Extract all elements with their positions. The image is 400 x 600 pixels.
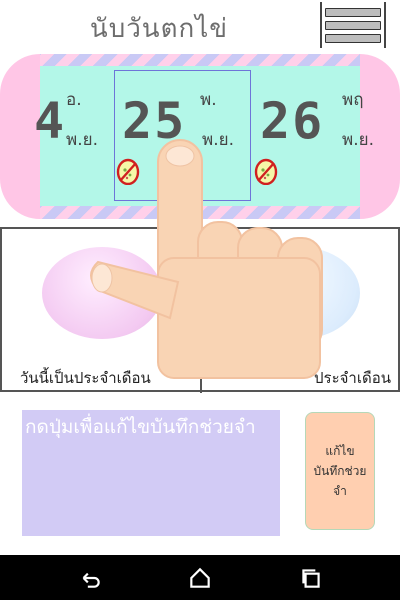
period-start-button[interactable] bbox=[42, 247, 162, 339]
no-egg-icon bbox=[116, 158, 140, 185]
home-icon[interactable] bbox=[187, 565, 213, 591]
day-number: 25 bbox=[122, 92, 187, 150]
period-panel: วันนี้เป็นประจำเดือน ประจำเดือน bbox=[0, 227, 400, 393]
month-abbr: พ.ย. bbox=[202, 130, 234, 150]
no-egg-icon bbox=[254, 158, 278, 185]
memo-placeholder: กดปุ่มเพื่อแก้ไขบันทึกช่วยจำ bbox=[25, 416, 256, 438]
day-number: 4 bbox=[34, 92, 67, 150]
period-end-label: ประจำเดือน bbox=[314, 369, 391, 387]
edit-memo-label: แก้ไข บันทึกช่วยจำ bbox=[313, 444, 367, 498]
day-abbr: พ. bbox=[200, 90, 217, 110]
day-abbr: พฤ bbox=[342, 90, 364, 110]
panel-divider bbox=[200, 379, 202, 393]
hamburger-icon bbox=[325, 7, 381, 17]
period-start-label: วันนี้เป็นประจำเดือน bbox=[20, 369, 151, 387]
day-cell-selected[interactable]: 25 พ. พ.ย. bbox=[114, 84, 251, 206]
month-abbr: พ.ย. bbox=[342, 130, 374, 150]
period-end-button[interactable] bbox=[240, 247, 360, 339]
back-icon[interactable] bbox=[77, 565, 103, 591]
memo-box[interactable]: กดปุ่มเพื่อแก้ไขบันทึกช่วยจำ bbox=[22, 410, 280, 536]
day-cell-next[interactable]: 26 พฤ พ.ย. bbox=[252, 84, 374, 206]
edit-memo-button[interactable]: แก้ไข บันทึกช่วยจำ bbox=[305, 412, 375, 530]
calendar-face: 4 อ. พ.ย. 25 พ. พ.ย. 26 พฤ พ.ย. bbox=[34, 66, 374, 206]
calendar-strip[interactable]: 4 อ. พ.ย. 25 พ. พ.ย. 26 พฤ พ.ย. bbox=[0, 54, 400, 219]
recents-icon[interactable] bbox=[298, 565, 324, 591]
system-nav-bar bbox=[0, 555, 400, 600]
menu-button[interactable] bbox=[320, 2, 386, 48]
month-abbr: พ.ย. bbox=[66, 130, 98, 150]
day-cell-prev[interactable]: 4 อ. พ.ย. bbox=[34, 84, 110, 206]
day-abbr: อ. bbox=[66, 90, 82, 110]
app-title: นับวันตกไข่ bbox=[89, 14, 229, 44]
day-number: 26 bbox=[260, 92, 325, 150]
